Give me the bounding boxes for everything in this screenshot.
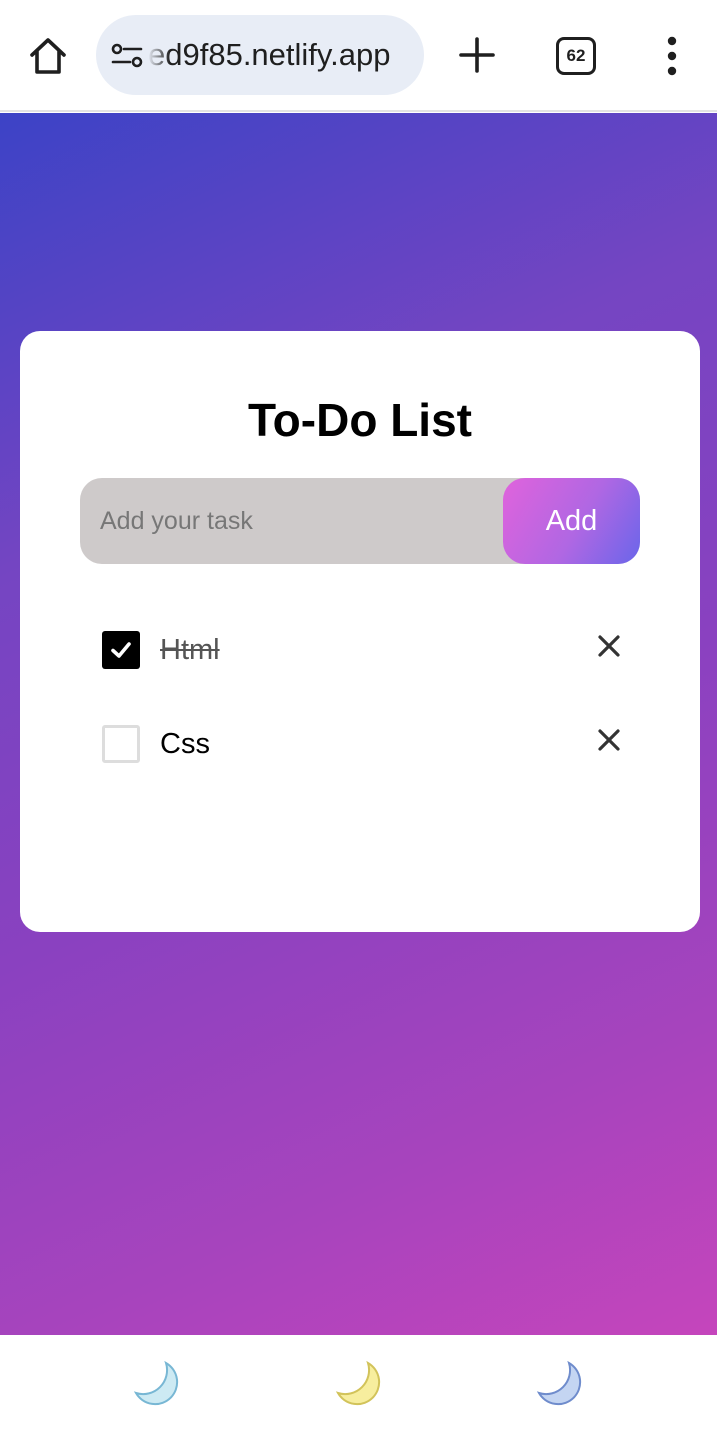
home-icon: [30, 38, 66, 74]
add-task-button[interactable]: Add: [503, 478, 640, 564]
delete-task-button[interactable]: [592, 723, 626, 757]
task-item: Css: [20, 695, 700, 789]
system-navigation-bar: [0, 1335, 717, 1431]
tab-count: 62: [566, 46, 586, 65]
plus-icon: [459, 37, 495, 73]
checkmark-icon: [111, 642, 131, 658]
task-checkbox-checked[interactable]: [102, 631, 140, 669]
new-tab-button[interactable]: [452, 30, 502, 80]
todo-card: To-Do List Add Html: [20, 331, 700, 932]
page-title: To-Do List: [248, 394, 472, 446]
close-icon: [598, 635, 620, 657]
more-vertical-icon: [667, 36, 677, 76]
home-button[interactable]: [22, 30, 74, 82]
task-list: Html Css: [20, 601, 700, 789]
address-bar[interactable]: ed9f85.netlify.app: [96, 15, 424, 95]
tab-switcher-button[interactable]: 62: [556, 37, 596, 75]
task-checkbox-unchecked[interactable]: [102, 725, 140, 763]
moon-icon[interactable]: [132, 1359, 184, 1411]
task-item: Html: [20, 601, 700, 695]
page-background: To-Do List Add Html: [0, 113, 717, 1335]
moon-icon[interactable]: [535, 1359, 587, 1411]
task-input-row: Add: [80, 478, 640, 564]
browser-menu-button[interactable]: [650, 30, 694, 82]
task-input[interactable]: [80, 478, 503, 564]
url-text: ed9f85.netlify.app: [148, 37, 391, 72]
task-label[interactable]: Css: [160, 728, 210, 761]
moon-icon[interactable]: [334, 1359, 386, 1411]
site-info-icon[interactable]: [110, 39, 144, 73]
close-icon: [598, 729, 620, 751]
browser-toolbar: ed9f85.netlify.app 62: [0, 0, 717, 112]
delete-task-button[interactable]: [592, 629, 626, 663]
task-label[interactable]: Html: [160, 634, 220, 667]
